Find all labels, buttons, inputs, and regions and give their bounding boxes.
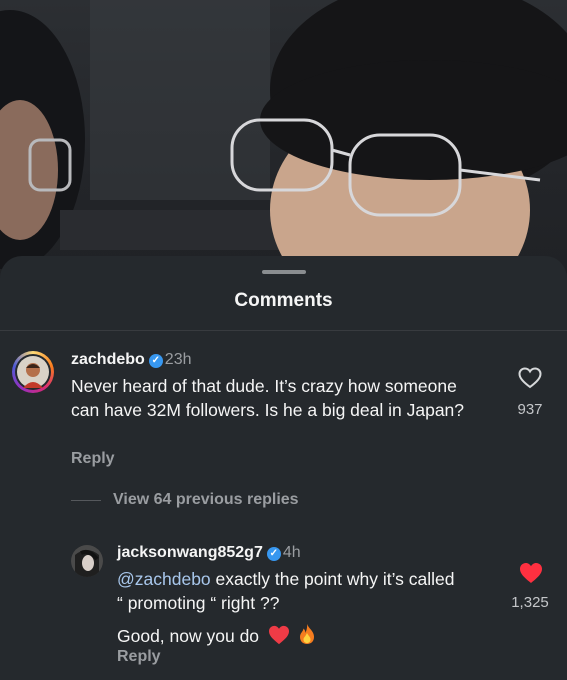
view-previous-replies-button[interactable]: View 64 previous replies <box>113 491 299 509</box>
fire-emoji-icon <box>299 624 314 644</box>
mention-link[interactable]: @zachdebo <box>117 569 211 589</box>
reply-text-line2: “ promoting “ right ?? <box>117 593 280 613</box>
reply-button[interactable]: Reply <box>117 648 161 666</box>
reply-avatar[interactable] <box>71 545 103 577</box>
reply-avatar-face-icon <box>71 545 103 577</box>
like-count: 937 <box>517 401 543 418</box>
verified-badge-icon: ✓ <box>148 354 163 368</box>
like-heart-icon[interactable] <box>518 367 542 389</box>
sheet-title: Comments <box>234 290 333 311</box>
drag-handle[interactable] <box>262 270 306 274</box>
reply-header: jacksonwang852g7 ✓ 4h <box>117 544 301 562</box>
comment-username[interactable]: zachdebo <box>71 351 145 368</box>
reply-username[interactable]: jacksonwang852g7 <box>117 544 263 561</box>
divider <box>0 330 567 331</box>
avatar[interactable] <box>12 351 54 393</box>
comment-time: 23h <box>164 351 192 368</box>
reply-text-line3: Good, now you do <box>117 626 260 646</box>
comments-sheet: Comments zachdebo ✓ 23h Never heard of tha… <box>0 256 567 680</box>
replies-line <box>71 500 101 501</box>
reply-text-line1: exactly the point why it’s called <box>210 569 455 589</box>
photo-illustration <box>0 0 567 300</box>
reply-like-count: 1,325 <box>511 594 549 611</box>
reply-text: @zachdebo exactly the point why it’s cal… <box>117 567 497 648</box>
liked-heart-icon[interactable] <box>519 562 543 584</box>
comment-header: zachdebo ✓ 23h <box>71 351 192 369</box>
comment-text: Never heard of that dude. It’s crazy how… <box>71 376 465 420</box>
reply-time: 4h <box>282 544 301 561</box>
reply-button[interactable]: Reply <box>71 450 115 468</box>
avatar-face-icon <box>17 356 49 388</box>
verified-badge-icon: ✓ <box>266 547 281 561</box>
post-photo <box>0 0 567 300</box>
heart-emoji-icon <box>268 625 289 645</box>
